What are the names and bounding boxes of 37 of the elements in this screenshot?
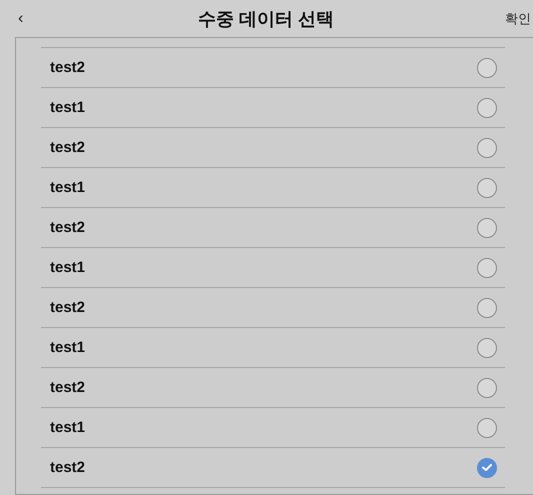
item-label: test1 bbox=[50, 419, 86, 436]
item-label: test2 bbox=[50, 379, 86, 396]
screen-title: 수중 데이터 선택 bbox=[198, 8, 334, 30]
radio-button[interactable] bbox=[477, 258, 497, 278]
item-label: test2 bbox=[50, 139, 86, 156]
radio-button[interactable] bbox=[477, 218, 497, 238]
item-label: test1 bbox=[50, 339, 86, 356]
list-item[interactable]: test2 bbox=[41, 448, 505, 488]
back-button[interactable]: ‹ bbox=[14, 10, 28, 28]
list-item[interactable]: test2 bbox=[41, 208, 505, 248]
confirm-button[interactable]: 확인 bbox=[505, 10, 531, 28]
radio-button[interactable] bbox=[477, 378, 497, 398]
list-item[interactable]: test1 bbox=[41, 328, 505, 368]
radio-button[interactable] bbox=[477, 458, 497, 478]
item-label: test2 bbox=[50, 459, 86, 476]
item-label: test1 bbox=[50, 259, 86, 276]
check-icon bbox=[482, 464, 492, 471]
list-item[interactable]: test2 bbox=[41, 288, 505, 328]
radio-button[interactable] bbox=[477, 418, 497, 438]
radio-button[interactable] bbox=[477, 98, 497, 118]
radio-button[interactable] bbox=[477, 138, 497, 158]
list-item[interactable]: test2 bbox=[41, 48, 505, 88]
item-label: test1 bbox=[50, 99, 86, 116]
item-label: test1 bbox=[50, 179, 86, 196]
item-label: test2 bbox=[50, 59, 86, 76]
radio-button[interactable] bbox=[477, 298, 497, 318]
item-label: test2 bbox=[50, 299, 86, 316]
radio-button[interactable] bbox=[477, 338, 497, 358]
radio-button[interactable] bbox=[477, 58, 497, 78]
list-item[interactable]: test1 bbox=[41, 168, 505, 208]
list-item[interactable]: test2 bbox=[41, 128, 505, 168]
radio-button[interactable] bbox=[477, 178, 497, 198]
list-item[interactable]: test1 bbox=[41, 88, 505, 128]
list-item[interactable]: test1 bbox=[41, 248, 505, 288]
list-item[interactable]: test1 bbox=[41, 408, 505, 448]
item-label: test2 bbox=[50, 219, 86, 236]
list-item[interactable]: test2 bbox=[41, 368, 505, 408]
